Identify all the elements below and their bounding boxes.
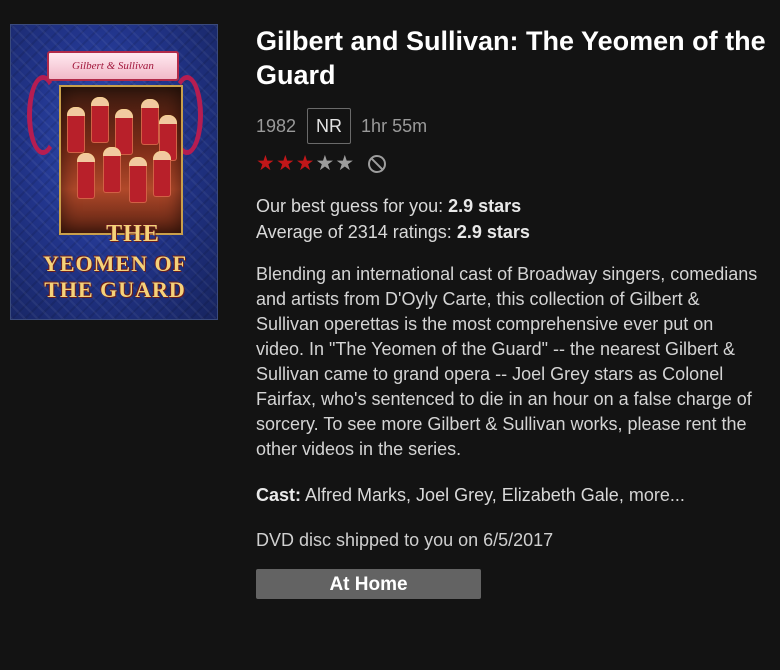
poster-scroll-ornament bbox=[27, 75, 59, 155]
average-rating-value: 2.9 stars bbox=[456, 222, 530, 242]
poster-figure bbox=[91, 97, 109, 143]
star-icon[interactable]: ★ bbox=[296, 153, 315, 175]
average-rating-line: Average of 2314 ratings: 2.9 stars bbox=[256, 219, 766, 245]
poster-figure bbox=[67, 107, 85, 153]
runtime: 1hr 55m bbox=[361, 115, 428, 136]
movie-meta: 1982 NR 1hr 55m bbox=[256, 108, 766, 144]
rating-summary: Our best guess for you: 2.9 stars Averag… bbox=[256, 193, 766, 245]
movie-title: Gilbert and Sullivan: The Yeomen of the … bbox=[256, 26, 766, 90]
star-icon[interactable]: ★ bbox=[256, 153, 275, 175]
cast-names: Alfred Marks, Joel Grey, Elizabeth Gale, bbox=[305, 485, 624, 505]
poster-figure bbox=[141, 99, 159, 145]
poster-title-prefix: THE bbox=[106, 221, 160, 247]
shipping-status: DVD disc shipped to you on 6/5/2017 bbox=[256, 530, 554, 550]
movie-detail-page: Gilbert & Sullivan THE YEOMEN OF THE GUA… bbox=[0, 0, 780, 670]
movie-poster[interactable]: Gilbert & Sullivan THE YEOMEN OF THE GUA… bbox=[10, 24, 218, 320]
movie-details: Gilbert and Sullivan: The Yeomen of the … bbox=[256, 24, 766, 599]
poster-figure bbox=[153, 151, 171, 197]
poster-title-line-2: THE GUARD bbox=[44, 277, 186, 302]
poster-figure bbox=[103, 147, 121, 193]
not-interested-icon[interactable] bbox=[368, 155, 387, 173]
at-home-button[interactable]: At Home bbox=[256, 569, 481, 599]
average-rating-label: Average of 2314 ratings: bbox=[256, 222, 452, 242]
poster-banner: Gilbert & Sullivan bbox=[47, 51, 179, 81]
synopsis: Blending an international cast of Broadw… bbox=[256, 264, 758, 459]
maturity-rating-badge: NR bbox=[307, 108, 352, 144]
best-guess-line: Our best guess for you: 2.9 stars bbox=[256, 193, 766, 219]
cast-more-link[interactable]: more... bbox=[629, 485, 685, 505]
poster-figure bbox=[77, 153, 95, 199]
poster-title-line-1: YEOMEN OF bbox=[42, 251, 188, 276]
star-icon[interactable]: ★ bbox=[315, 153, 334, 175]
star-rating[interactable]: ★ ★ ★ ★ ★ bbox=[256, 152, 766, 176]
poster-illustration bbox=[59, 85, 183, 235]
star-icon[interactable]: ★ bbox=[276, 153, 295, 175]
cast-line: Cast: Alfred Marks, Joel Grey, Elizabeth… bbox=[256, 483, 766, 508]
best-guess-value: 2.9 stars bbox=[448, 196, 522, 216]
star-icon[interactable]: ★ bbox=[335, 153, 354, 175]
release-year: 1982 bbox=[256, 115, 297, 136]
cast-label: Cast: bbox=[256, 485, 302, 505]
poster-figure bbox=[129, 157, 147, 203]
best-guess-label: Our best guess for you: bbox=[256, 196, 444, 216]
